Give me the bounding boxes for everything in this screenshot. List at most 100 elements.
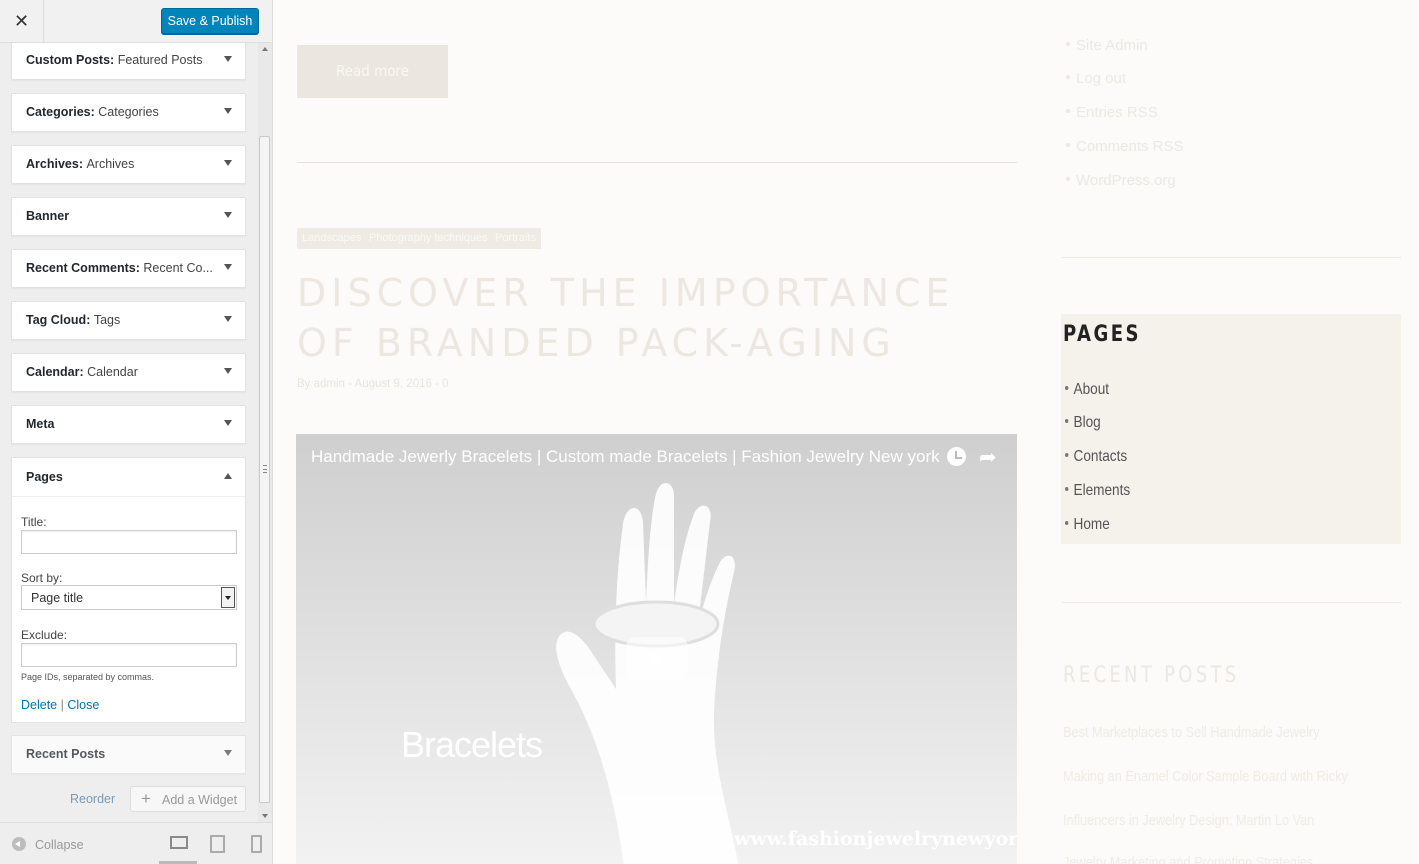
separator: | bbox=[60, 698, 64, 712]
widget-calendar[interactable]: Calendar: Calendar bbox=[11, 353, 246, 392]
page-link[interactable]: Blog bbox=[1065, 414, 1101, 432]
customizer-header: ✕ Save & Publish bbox=[0, 0, 272, 43]
video-title[interactable]: Handmade Jewerly Bracelets | Custom made… bbox=[311, 447, 940, 467]
page-link[interactable]: Elements bbox=[1065, 482, 1130, 500]
recent-post-link[interactable]: Best Marketplaces to Sell Handmade Jewel… bbox=[1063, 724, 1320, 741]
bullet-icon bbox=[1065, 521, 1069, 525]
widget-subtitle: Archives bbox=[86, 157, 135, 171]
close-icon: ✕ bbox=[13, 11, 30, 31]
desktop-preview-icon[interactable] bbox=[170, 835, 188, 851]
video-overlay-word: Bracelets bbox=[401, 724, 543, 765]
bullet-icon bbox=[1066, 143, 1070, 147]
expand-arrow-icon bbox=[224, 56, 232, 62]
widget-categories[interactable]: Categories: Categories bbox=[11, 93, 246, 132]
sidebar-divider bbox=[1062, 257, 1401, 258]
widget-subtitle: Recent Co... bbox=[143, 261, 213, 275]
post-tag[interactable]: Photography techniques bbox=[364, 228, 493, 249]
page-link-text: Contacts bbox=[1073, 448, 1128, 465]
meta-link[interactable]: Site Admin bbox=[1066, 37, 1148, 54]
widget-title: Archives bbox=[26, 157, 79, 171]
widget-title: Banner bbox=[26, 209, 70, 223]
page-link-text: Home bbox=[1073, 516, 1110, 533]
exclude-input[interactable] bbox=[21, 643, 237, 667]
reorder-link[interactable]: Reorder bbox=[70, 792, 115, 806]
bullet-icon bbox=[1065, 487, 1069, 491]
video-embed[interactable]: Handmade Jewerly Bracelets | Custom made… bbox=[296, 434, 1017, 864]
share-icon[interactable]: ➦ bbox=[979, 445, 997, 470]
watch-later-icon[interactable] bbox=[947, 447, 966, 466]
read-more-button[interactable]: Read more bbox=[297, 45, 448, 98]
widget-tag-cloud[interactable]: Tag Cloud: Tags bbox=[11, 301, 246, 340]
page-link[interactable]: Contacts bbox=[1065, 448, 1127, 466]
chevron-down-icon bbox=[221, 587, 235, 608]
widget-title: Calendar bbox=[26, 365, 80, 379]
save-publish-button[interactable]: Save & Publish bbox=[161, 8, 259, 34]
bullet-icon bbox=[1066, 109, 1070, 113]
widget-archives[interactable]: Archives: Archives bbox=[11, 145, 246, 184]
close-customizer-button[interactable]: ✕ bbox=[0, 0, 44, 43]
widget-meta[interactable]: Meta bbox=[11, 405, 246, 444]
add-widget-button[interactable]: + Add a Widget bbox=[130, 786, 246, 812]
mobile-preview-icon[interactable] bbox=[249, 835, 265, 853]
scroll-up-arrow-icon[interactable] bbox=[262, 47, 268, 51]
customizer-sidebar: ✕ Save & Publish Custom Posts: Featured … bbox=[0, 0, 273, 864]
play-button-icon[interactable] bbox=[626, 637, 688, 681]
video-overlay-url: www.fashionjewelrynewyork.com bbox=[734, 828, 1017, 850]
widget-title: Pages bbox=[26, 470, 63, 484]
recent-post-link[interactable]: Making an Enamel Color Sample Board with… bbox=[1063, 768, 1348, 785]
pages-widget-preview: PAGES About Blog Contacts Elements Home bbox=[1061, 314, 1401, 544]
sort-by-select[interactable]: Page title bbox=[21, 585, 237, 610]
recent-post-link[interactable]: Jewelry Marketing and Promotion Strategi… bbox=[1063, 854, 1313, 864]
widget-pages-header[interactable]: Pages bbox=[12, 458, 245, 497]
sidebar-scrollbar[interactable] bbox=[258, 43, 272, 822]
expand-arrow-icon bbox=[224, 420, 232, 426]
widget-recent-comments[interactable]: Recent Comments: Recent Co... bbox=[11, 249, 246, 288]
collapse-button[interactable]: Collapse bbox=[12, 837, 84, 852]
recent-posts-heading: RECENT POSTS bbox=[1063, 663, 1240, 688]
tablet-preview-icon[interactable] bbox=[209, 835, 225, 853]
scrollbar-thumb[interactable] bbox=[259, 136, 270, 803]
customizer-footer: Collapse bbox=[0, 822, 272, 864]
bullet-icon bbox=[1066, 177, 1070, 181]
page-link[interactable]: Home bbox=[1065, 516, 1110, 534]
sort-by-label: Sort by: bbox=[21, 571, 63, 585]
widget-banner[interactable]: Banner bbox=[11, 197, 246, 236]
delete-link[interactable]: Delete bbox=[21, 698, 57, 712]
collapse-arrow-icon bbox=[224, 473, 232, 479]
widget-subtitle: Featured Posts bbox=[117, 53, 203, 67]
widget-title: Meta bbox=[26, 417, 55, 431]
widget-custom-posts[interactable]: Custom Posts: Featured Posts bbox=[11, 43, 246, 80]
title-input[interactable] bbox=[21, 530, 237, 554]
widget-subtitle: Categories bbox=[98, 105, 159, 119]
post-tag[interactable]: Landscapes bbox=[297, 228, 367, 249]
collapse-label: Collapse bbox=[35, 838, 84, 852]
meta-link[interactable]: Entries RSS bbox=[1066, 104, 1158, 121]
scroll-down-arrow-icon[interactable] bbox=[262, 814, 268, 818]
post-tag[interactable]: Portraits bbox=[490, 228, 541, 249]
widget-title: Recent Comments bbox=[26, 261, 136, 275]
expand-arrow-icon bbox=[224, 160, 232, 166]
expand-arrow-icon bbox=[224, 368, 232, 374]
close-link[interactable]: Close bbox=[67, 698, 99, 712]
meta-link[interactable]: Comments RSS bbox=[1066, 138, 1184, 155]
meta-link[interactable]: WordPress.org bbox=[1066, 172, 1176, 189]
post-divider bbox=[297, 162, 1017, 163]
meta-link-text: Comments RSS bbox=[1076, 138, 1184, 155]
post-title[interactable]: DISCOVER THE IMPORTANCE OF BRANDED PACK-… bbox=[297, 268, 1027, 368]
meta-link-text: Entries RSS bbox=[1076, 104, 1158, 121]
plus-icon: + bbox=[141, 789, 151, 808]
expand-arrow-icon bbox=[224, 750, 232, 756]
page-link[interactable]: About bbox=[1065, 381, 1109, 399]
expand-arrow-icon bbox=[224, 108, 232, 114]
expand-arrow-icon bbox=[224, 212, 232, 218]
recent-post-link[interactable]: Influencers in Jewelry Design: Martin Lo… bbox=[1063, 812, 1314, 829]
pages-heading: PAGES bbox=[1063, 322, 1141, 347]
site-preview: Read more Landscapes Photography techniq… bbox=[274, 0, 1419, 864]
meta-link-text: Site Admin bbox=[1076, 37, 1148, 54]
bullet-icon bbox=[1065, 419, 1069, 423]
meta-link[interactable]: Log out bbox=[1066, 70, 1126, 87]
widget-recent-posts[interactable]: Recent Posts bbox=[11, 735, 246, 774]
exclude-label: Exclude: bbox=[21, 628, 68, 642]
widget-list: Custom Posts: Featured Posts Categories:… bbox=[0, 43, 258, 822]
page-link-text: Elements bbox=[1073, 482, 1131, 499]
